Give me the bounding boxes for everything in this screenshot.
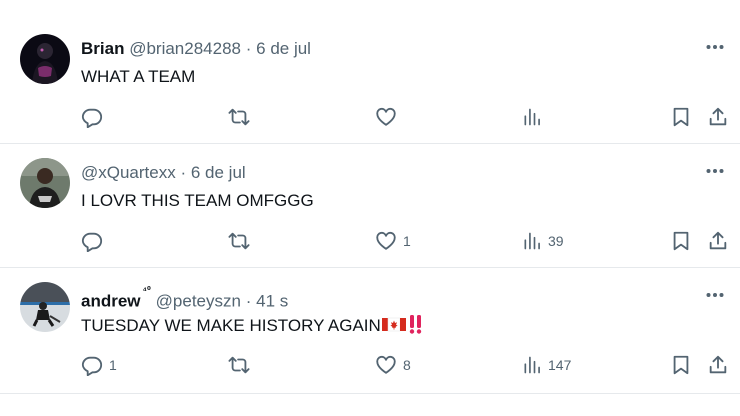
- heart-icon: [376, 231, 396, 250]
- share-button[interactable]: [707, 352, 729, 378]
- views-button[interactable]: 39: [522, 228, 564, 254]
- display-name[interactable]: andrew: [81, 292, 141, 311]
- views-icon: [524, 108, 540, 126]
- views-button[interactable]: 147: [522, 352, 571, 378]
- post-text: WHAT A TEAM: [81, 66, 195, 88]
- reply-icon: [81, 232, 103, 252]
- post-header: Brian @brian284288 · 6 de jul: [81, 38, 311, 60]
- action-bar: 1 39: [0, 228, 740, 254]
- heart-icon: [376, 107, 396, 126]
- bookmark-button[interactable]: [670, 352, 692, 378]
- share-icon: [709, 355, 727, 374]
- reply-icon: [81, 108, 103, 128]
- share-icon: [709, 231, 727, 250]
- views-icon: [524, 232, 540, 250]
- bookmark-icon: [673, 231, 689, 251]
- post-text-content: I LOVR THIS TEAM OMFGGG: [81, 191, 314, 210]
- post[interactable]: andrew⁴⁰ @peteyszn · 41 s TUESDAY WE MAK…: [0, 268, 740, 394]
- handle[interactable]: @peteyszn: [156, 292, 241, 311]
- more-button[interactable]: [702, 34, 728, 60]
- repost-icon: [228, 108, 250, 126]
- timestamp[interactable]: 6 de jul: [256, 39, 311, 58]
- more-icon: [706, 45, 724, 49]
- reply-count: 1: [109, 357, 117, 373]
- bookmark-button[interactable]: [670, 104, 692, 130]
- display-name[interactable]: Brian: [81, 39, 124, 58]
- post-header: andrew⁴⁰ @peteyszn · 41 s: [81, 285, 288, 313]
- handle[interactable]: @xQuartexx: [81, 163, 176, 182]
- more-button[interactable]: [702, 282, 728, 308]
- like-button[interactable]: [375, 104, 403, 130]
- like-count: 8: [403, 357, 411, 373]
- like-button[interactable]: 1: [375, 228, 411, 254]
- heart-icon: [376, 355, 396, 374]
- bookmark-icon: [673, 107, 689, 127]
- timestamp[interactable]: 41 s: [256, 292, 288, 311]
- more-icon: [706, 293, 724, 297]
- reply-feed: Brian @brian284288 · 6 de jul WHAT A TEA…: [0, 0, 740, 416]
- action-bar: 1 8 147: [0, 352, 740, 378]
- more-button[interactable]: [702, 158, 728, 184]
- post-text: TUESDAY WE MAKE HISTORY AGAIN: [81, 314, 424, 337]
- like-count: 1: [403, 233, 411, 249]
- avatar[interactable]: [20, 282, 70, 332]
- bookmark-button[interactable]: [670, 228, 692, 254]
- name-badge: ⁴⁰: [142, 285, 151, 295]
- views-count: 147: [548, 357, 572, 373]
- more-icon: [706, 169, 724, 173]
- reply-button[interactable]: [81, 228, 109, 254]
- views-count: 39: [548, 233, 564, 249]
- post-text-content: WHAT A TEAM: [81, 67, 196, 86]
- share-button[interactable]: [707, 104, 729, 130]
- avatar[interactable]: [20, 158, 70, 208]
- repost-button[interactable]: [227, 228, 257, 254]
- avatar-image: [20, 158, 70, 208]
- post-text-content: TUESDAY WE MAKE HISTORY AGAIN: [81, 316, 381, 335]
- separator: ·: [245, 39, 252, 58]
- post[interactable]: Brian @brian284288 · 6 de jul WHAT A TEA…: [0, 20, 740, 144]
- avatar-image: [20, 282, 70, 332]
- repost-button[interactable]: [227, 104, 257, 130]
- canada-flag-exclamation-emoji: [381, 315, 421, 334]
- post-header: @xQuartexx · 6 de jul: [81, 162, 246, 184]
- reply-icon: [81, 356, 103, 376]
- handle[interactable]: @brian284288: [129, 39, 241, 58]
- action-bar: [0, 104, 740, 130]
- share-button[interactable]: [707, 228, 729, 254]
- post-text: I LOVR THIS TEAM OMFGGG: [81, 190, 314, 212]
- repost-icon: [228, 356, 250, 374]
- reply-button[interactable]: 1: [81, 352, 117, 378]
- timestamp[interactable]: 6 de jul: [191, 163, 246, 182]
- avatar[interactable]: [20, 34, 70, 84]
- separator: ·: [180, 163, 187, 182]
- repost-button[interactable]: [227, 352, 257, 378]
- views-icon: [524, 356, 540, 374]
- views-button[interactable]: [522, 104, 548, 130]
- bookmark-icon: [673, 355, 689, 375]
- post[interactable]: @xQuartexx · 6 de jul I LOVR THIS TEAM O…: [0, 144, 740, 268]
- like-button[interactable]: 8: [375, 352, 411, 378]
- separator: ·: [245, 291, 252, 311]
- reply-button[interactable]: [81, 104, 109, 130]
- avatar-image: [20, 34, 70, 84]
- share-icon: [709, 107, 727, 126]
- repost-icon: [228, 232, 250, 250]
